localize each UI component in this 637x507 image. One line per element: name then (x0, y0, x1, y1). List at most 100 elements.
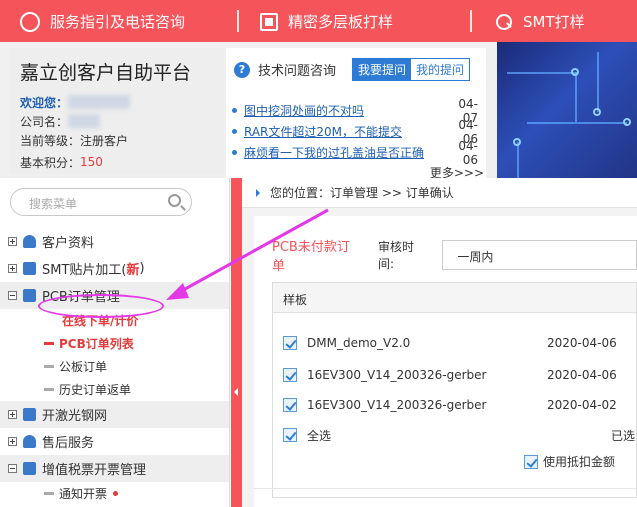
sidebar-menu: 客户资料 SMT贴片加工(新) PCB订单管理 在线下单/计价 PCB订单列表 … (0, 228, 229, 505)
level-label: 当前等级： (20, 133, 81, 148)
dash-icon (44, 342, 54, 345)
qa-item[interactable]: 麻烦看一下我的过孔盖油是否正确 04-06 (232, 139, 478, 167)
select-all-label: 全选 (307, 428, 332, 443)
smt-icon (495, 13, 513, 31)
deduct-option[interactable]: 使用抵扣金额 (524, 453, 615, 470)
user-icon (23, 235, 36, 248)
selected-label: 已选 (611, 428, 636, 443)
nav-service-link[interactable]: 服务指引及电话咨询 (20, 11, 185, 32)
sidebar-item-after-sales[interactable]: 售后服务 (0, 428, 229, 455)
expand-icon[interactable] (8, 437, 17, 446)
triangle-icon (256, 188, 260, 197)
breadcrumb: 您的位置：订单管理 >> 订单确认 (242, 178, 637, 208)
bullet-icon (232, 150, 237, 155)
order-row[interactable]: DMM_demo_V2.0 2020-04-06 (283, 335, 637, 351)
select-all-row[interactable]: 全选 已选 (283, 427, 637, 443)
nav-service-label: 服务指引及电话咨询 (50, 13, 186, 31)
sidebar-subitem-history-reorder[interactable]: 历史订单返单 (0, 378, 229, 401)
tab-unpaid-orders[interactable]: PCB未付款订单 (272, 236, 360, 274)
notification-dot (113, 491, 119, 496)
sidebar-item-label: SMT贴片加工( (42, 263, 127, 278)
welcome-label: 欢迎您： (20, 95, 69, 110)
order-date: 2020-04-06 (547, 336, 617, 350)
expand-icon[interactable] (8, 237, 17, 246)
qa-item-title[interactable]: 麻烦看一下我的过孔盖油是否正确 (244, 144, 444, 161)
qa-item[interactable]: 图中挖洞处画的不对吗 04-07 (232, 97, 478, 125)
section-title: 样板 (273, 283, 636, 313)
sidebar-item-stencil[interactable]: 开激光钢网 (0, 401, 229, 428)
breadcrumb-text: 您的位置：订单管理 >> 订单确认 (270, 186, 454, 200)
row-checkbox[interactable] (283, 336, 297, 350)
platform-title: 嘉立创客户自助平台 (20, 62, 192, 84)
deduct-checkbox[interactable] (524, 454, 538, 469)
order-date: 2020-04-06 (547, 368, 617, 382)
profile-card: 嘉立创客户自助平台 欢迎您： 公司名： 当前等级： 注册客户 基本积分： 150 (10, 48, 224, 174)
sidebar-subitem-label: 通知开票 (59, 487, 108, 501)
level-value: 注册客户 (80, 133, 129, 148)
order-name: DMM_demo_V2.0 (307, 336, 411, 350)
tab-ask-question[interactable]: 我要提问 (353, 59, 412, 80)
row-checkbox[interactable] (283, 368, 297, 382)
sidebar-subitem-label: 公板订单 (59, 360, 108, 374)
qa-item-title[interactable]: 图中挖洞处画的不对吗 (244, 102, 444, 119)
nav-divider (470, 10, 472, 32)
sidebar-subitem-notify-invoice[interactable]: 通知开票 (0, 482, 229, 505)
nav-smt-link[interactable]: SMT打样 (495, 11, 585, 32)
order-date: 2020-04-02 (547, 398, 617, 412)
nav-multilayer-label: 精密多层板打样 (288, 13, 394, 31)
search-icon[interactable] (168, 194, 181, 207)
sidebar-item-label: 客户资料 (42, 236, 95, 251)
sidebar-item-vat-invoice[interactable]: 增值税票开票管理 (0, 455, 229, 482)
qa-header: ? 技术问题咨询 (234, 60, 336, 79)
qa-item[interactable]: RAR文件超过20M，不能提交 04-06 (232, 118, 478, 146)
expand-icon[interactable] (8, 410, 17, 419)
search-placeholder: 搜索菜单 (29, 197, 78, 211)
sidebar-collapse-handle[interactable] (231, 178, 242, 507)
company-label: 公司名： (20, 114, 69, 129)
service-icon (20, 11, 40, 32)
qa-list: 图中挖洞处画的不对吗 04-07 RAR文件超过20M，不能提交 04-06 麻… (232, 97, 478, 167)
sidebar: 搜索菜单 客户资料 SMT贴片加工(新) PCB订单管理 在线下单/计价 PCB… (0, 178, 230, 507)
sidebar-subitem-pcb-list[interactable]: PCB订单列表 (0, 332, 229, 355)
bullet-icon (232, 129, 237, 134)
order-name: 16EV300_V14_200326-gerber (307, 398, 487, 412)
select-all-checkbox[interactable] (283, 428, 297, 442)
nav-smt-label: SMT打样 (523, 13, 585, 31)
score-value: 150 (80, 155, 103, 169)
order-panel: PCB未付款订单 审核时间: 一周内 样板 DMM_demo_V2.0 2020… (254, 216, 637, 507)
nav-divider (237, 10, 239, 32)
menu-search-input[interactable]: 搜索菜单 (10, 188, 192, 216)
tech-qa-panel: ? 技术问题咨询 我要提问 我的提问 图中挖洞处画的不对吗 04-07 RAR文… (226, 48, 486, 180)
qa-item-title[interactable]: RAR文件超过20M，不能提交 (244, 123, 444, 140)
dash-icon (44, 365, 54, 368)
audit-time-select[interactable]: 一周内 (442, 240, 637, 270)
document-icon (23, 462, 36, 475)
sidebar-item-smt[interactable]: SMT贴片加工(新) (0, 255, 229, 282)
qa-item-date: 04-06 (458, 138, 478, 167)
collapse-icon[interactable] (8, 291, 17, 300)
redacted-username (68, 95, 131, 109)
score-label: 基本积分： (20, 155, 81, 170)
sidebar-item-customer[interactable]: 客户资料 (0, 228, 229, 255)
sidebar-subitem-label: 历史订单返单 (59, 383, 132, 397)
audit-time-label: 审核时间: (377, 240, 414, 271)
tab-my-questions[interactable]: 我的提问 (411, 59, 470, 80)
circuit-banner-image (497, 42, 637, 178)
order-row[interactable]: 16EV300_V14_200326-gerber 2020-04-06 (283, 367, 637, 383)
collapse-icon[interactable] (8, 464, 17, 473)
main-content: 您的位置：订单管理 >> 订单确认 PCB未付款订单 审核时间: 一周内 样板 … (242, 178, 637, 507)
dash-icon (44, 492, 54, 495)
expand-icon[interactable] (8, 264, 17, 273)
qa-title: 技术问题咨询 (258, 64, 337, 79)
sidebar-subitem-public-board[interactable]: 公板订单 (0, 355, 229, 378)
divider (254, 488, 637, 489)
dash-icon (44, 388, 54, 391)
filter-row: PCB未付款订单 审核时间: 一周内 (272, 236, 637, 274)
row-checkbox[interactable] (283, 398, 297, 412)
redacted-company (68, 114, 101, 128)
order-row[interactable]: 16EV300_V14_200326-gerber 2020-04-02 (283, 397, 637, 413)
chip-icon (260, 12, 278, 31)
nav-multilayer-link[interactable]: 精密多层板打样 (260, 11, 393, 32)
header-band: 嘉立创客户自助平台 欢迎您： 公司名： 当前等级： 注册客户 基本积分： 150… (0, 42, 637, 180)
sidebar-item-suffix: ) (139, 261, 145, 276)
